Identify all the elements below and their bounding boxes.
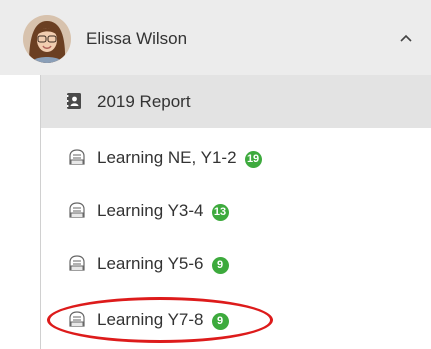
group-bag-icon: [69, 255, 85, 271]
count-badge: 9: [211, 313, 229, 330]
avatar: [23, 15, 71, 63]
user-name: Elissa Wilson: [86, 29, 188, 48]
user-header[interactable]: Elissa Wilson: [0, 0, 431, 75]
group-bag-icon: [69, 202, 85, 218]
report-book-icon: [67, 93, 81, 109]
group-label: Learning Y3-4: [97, 201, 204, 220]
class-navigation-panel: Elissa Wilson 2019 Report Learning NE, Y…: [0, 0, 431, 349]
group-label: Learning NE, Y1-2: [97, 148, 237, 167]
group-bag-icon: [69, 149, 85, 165]
user-avatar-icon: [23, 15, 71, 63]
report-item[interactable]: 2019 Report: [41, 75, 431, 128]
group-item-learning-y7-8[interactable]: Learning Y7-8 9: [41, 295, 431, 345]
group-bag-icon: [69, 311, 85, 327]
count-badge: 9: [211, 257, 229, 274]
group-item-learning-y5-6[interactable]: Learning Y5-6 9: [41, 239, 431, 289]
count-badge: 19: [244, 151, 262, 168]
group-label: Learning Y7-8: [97, 310, 204, 329]
report-label: 2019 Report: [97, 92, 191, 111]
group-item-learning-ne-y1-2[interactable]: Learning NE, Y1-2 19: [41, 133, 431, 183]
chevron-up-icon[interactable]: [398, 32, 414, 44]
group-item-learning-y3-4[interactable]: Learning Y3-4 13: [41, 186, 431, 236]
count-badge: 13: [211, 204, 229, 221]
group-label: Learning Y5-6: [97, 254, 204, 273]
